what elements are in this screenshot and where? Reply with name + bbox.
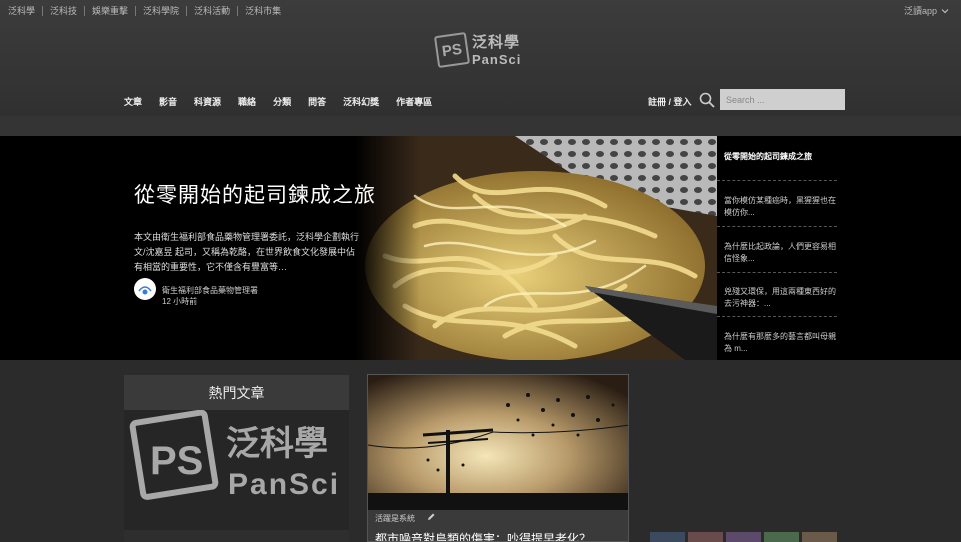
hero-banner[interactable]: 從零開始的起司鍊成之旅 本文由衛生福利部食品藥物管理署委託，泛科學企劃執行 文/…: [0, 136, 961, 360]
category-swatch[interactable]: [726, 532, 761, 542]
nav-item-articles[interactable]: 文章: [124, 95, 142, 108]
nav-item-qa[interactable]: 問答: [308, 95, 326, 108]
category-swatch[interactable]: [688, 532, 723, 542]
hero-cheese-image[interactable]: [355, 136, 717, 360]
divider: [717, 316, 837, 318]
app-download[interactable]: 泛讀app: [904, 4, 949, 17]
nav-item-videos[interactable]: 影音: [159, 95, 177, 108]
list-item[interactable]: 兇殘又環保，用這兩種東西好的去污神器：...: [724, 286, 837, 310]
network-link-academy[interactable]: 泛科學院: [136, 4, 186, 17]
list-item[interactable]: 當你模仿某種癌時，黑猩猩也在模仿你...: [724, 195, 837, 219]
app-label: 泛讀app: [903, 6, 937, 16]
popular-heading: 熱門文章: [124, 375, 349, 410]
article-card[interactable]: 活躍是系統 都市噪音對鳥類的傷害：吵得提早老化？: [367, 374, 629, 542]
chevron-down-icon: [941, 8, 949, 13]
pansci-logo-image[interactable]: PS 泛科學 PanSci: [124, 409, 349, 530]
agency-logo-icon: [135, 279, 155, 299]
author-name[interactable]: 衛生福利部食品藥物管理署: [162, 285, 258, 296]
network-link-pansci[interactable]: 泛科學: [8, 4, 42, 17]
network-link-market[interactable]: 泛科市集: [238, 4, 288, 17]
hero-summary: 本文由衛生福利部食品藥物管理署委託，泛科學企劃執行 文/沈嘉昱 起司，又稱為乾酪…: [134, 232, 360, 272]
search-icon[interactable]: [699, 92, 715, 108]
list-item[interactable]: 為什麼比起政論，人們更容易相信怪象...: [724, 241, 837, 265]
category-swatch[interactable]: [802, 532, 837, 542]
network-link-tech[interactable]: 泛科技: [43, 4, 84, 17]
divider: [717, 226, 837, 228]
network-link-events[interactable]: 泛科活動: [187, 4, 237, 17]
pencil-icon[interactable]: [426, 512, 436, 522]
list-item[interactable]: 從零開始的起司鍊成之旅: [724, 151, 837, 163]
pansci-logo-icon: PS 泛科學 PanSci: [129, 409, 340, 501]
nav-item-scifi-award[interactable]: 泛科幻獎: [343, 95, 379, 108]
nav-item-categories[interactable]: 分類: [273, 95, 291, 108]
hero-title[interactable]: 從零開始的起司鍊成之旅: [134, 179, 376, 209]
site-header: 泛科學 泛科技 娛樂重擊 泛科學院 泛科活動 泛科市集 泛讀app PS 泛科學…: [0, 0, 961, 116]
header-divider-strip: [0, 116, 961, 136]
list-item[interactable]: 為什麼有那麼多的藝言都叫母親為 m...: [724, 331, 837, 355]
logo-chinese: 泛科學: [472, 33, 521, 51]
hero-sidebar-list: 從零開始的起司鍊成之旅 當你模仿某種癌時，黑猩猩也在模仿你... 為什麼比起政論…: [717, 136, 961, 360]
search-input[interactable]: [720, 89, 845, 110]
divider: [717, 272, 837, 274]
popular-list-start: [124, 530, 349, 542]
register-login-link[interactable]: 註冊 / 登入: [648, 95, 692, 108]
logo-english: PanSci: [472, 51, 522, 67]
nav-item-authors[interactable]: 作者專區: [396, 95, 432, 108]
site-logo[interactable]: PS 泛科學 PanSci: [433, 31, 522, 69]
avatar[interactable]: [134, 278, 156, 300]
article-card-image[interactable]: [368, 375, 629, 510]
svg-text:PS: PS: [150, 439, 203, 483]
svg-text:泛科學: 泛科學: [226, 424, 328, 464]
network-links: 泛科學 泛科技 娛樂重擊 泛科學院 泛科活動 泛科市集: [8, 4, 288, 17]
nav-item-jobs[interactable]: 職絡: [238, 95, 256, 108]
top-bar: 泛科學 泛科技 娛樂重擊 泛科學院 泛科活動 泛科市集 泛讀app: [0, 0, 961, 20]
nav-item-resources[interactable]: 科資源: [194, 95, 221, 108]
category-swatch[interactable]: [764, 532, 799, 542]
category-swatch[interactable]: [650, 532, 685, 542]
article-title[interactable]: 都市噪音對鳥類的傷害：吵得提早老化？: [375, 530, 591, 541]
popular-articles-panel: 熱門文章 PS 泛科學 PanSci: [124, 375, 349, 542]
logo-mark-icon: PS: [433, 31, 471, 69]
article-category[interactable]: 活躍是系統: [375, 513, 415, 524]
main-nav: 文章 影音 科資源 職絡 分類 問答 泛科幻獎 作者專區: [124, 95, 449, 108]
network-link-entertainment[interactable]: 娛樂重擊: [85, 4, 135, 17]
svg-text:PanSci: PanSci: [228, 468, 340, 501]
post-timestamp: 12 小時前: [162, 297, 198, 306]
divider: [717, 180, 837, 182]
